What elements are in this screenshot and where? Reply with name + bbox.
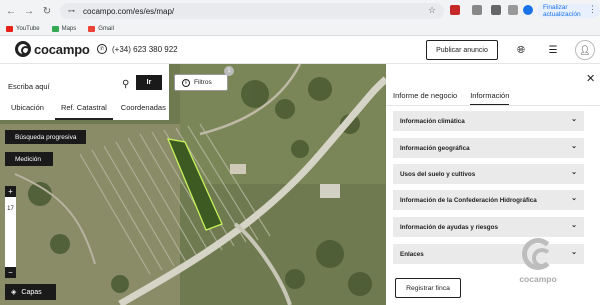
info-panel-tabs: Informe de negocio Información: [393, 91, 522, 106]
layers-label: Capas: [21, 288, 42, 296]
bookmarks-bar: YouTube Maps Gmail: [0, 22, 120, 36]
tab-ref-catastral[interactable]: Ref. Catastral: [54, 100, 113, 120]
extensions-puzzle-icon[interactable]: [491, 5, 501, 15]
section-label: Información geográfica: [400, 144, 470, 152]
cocampo-logo-icon: [522, 238, 554, 270]
section-informacion-climatica[interactable]: Información climática ⌄: [393, 111, 584, 131]
extension-icon[interactable]: [472, 5, 482, 15]
zoom-out-button[interactable]: −: [5, 267, 16, 278]
section-ayudas-y-riesgos[interactable]: Información de ayudas y riesgos ⌄: [393, 217, 584, 237]
filters-label: Filtros: [194, 79, 212, 86]
address-bar[interactable]: ⊶ cocampo.com/es/es/map/: [60, 3, 444, 19]
browser-chrome: ← → ↻ ⊶ cocampo.com/es/es/map/ ☆ Finaliz…: [0, 0, 600, 36]
info-panel: ✕ Informe de negocio Información Informa…: [386, 64, 600, 305]
site-info-icon[interactable]: ⊶: [68, 7, 75, 15]
layers-icon: ◈: [11, 289, 17, 296]
zoom-level: 17: [7, 206, 14, 212]
tab-informacion[interactable]: Información: [470, 91, 510, 106]
back-icon[interactable]: ←: [4, 4, 18, 18]
section-label: Información de ayudas y riesgos: [400, 223, 498, 231]
url-text: cocampo.com/es/es/map/: [83, 6, 175, 16]
section-confederacion-hidrografica[interactable]: Información de la Confederación Hidrográ…: [393, 190, 584, 210]
menu-icon[interactable]: ☰: [546, 43, 560, 57]
section-label: Usos del suelo y cultivos: [400, 170, 476, 178]
chevron-down-icon: ⌄: [571, 222, 577, 229]
phone-contact[interactable]: ✆ (+34) 623 380 922: [97, 44, 178, 54]
cocampo-watermark: cocampo: [514, 238, 562, 290]
zoom-control: + 17 −: [5, 186, 16, 278]
forward-icon[interactable]: →: [22, 4, 36, 18]
progressive-search-button[interactable]: Búsqueda progresiva: [5, 130, 86, 144]
zoom-in-button[interactable]: +: [5, 186, 16, 197]
reload-icon[interactable]: ↻: [40, 4, 54, 18]
whatsapp-icon: ✆: [97, 44, 107, 54]
filters-button[interactable]: i Filtros: [174, 74, 228, 91]
filters-count-badge: 1: [224, 66, 234, 76]
section-usos-del-suelo[interactable]: Usos del suelo y cultivos ⌄: [393, 164, 584, 184]
maps-icon: [51, 26, 59, 32]
info-icon: i: [182, 78, 190, 87]
register-parcel-button[interactable]: Registrar finca: [395, 278, 461, 298]
section-label: Enlaces: [400, 250, 424, 258]
search-tabs: Ubicación Ref. Catastral Coordenadas: [0, 100, 169, 120]
globe-icon[interactable]: 🌐︎: [514, 43, 528, 57]
section-label: Información de la Confederación Hidrográ…: [400, 196, 537, 204]
bookmark-star-icon[interactable]: ☆: [428, 5, 436, 16]
watermark-text: cocampo: [519, 274, 557, 284]
gmail-icon: [88, 26, 96, 32]
cocampo-logo-icon: [15, 41, 31, 57]
bookmark-youtube[interactable]: YouTube: [6, 26, 40, 32]
bookmark-maps[interactable]: Maps: [51, 26, 76, 32]
site-header: cocampo ✆ (+34) 623 380 922 Publicar anu…: [0, 36, 600, 64]
phone-number: (+34) 623 380 922: [112, 44, 178, 54]
go-button[interactable]: Ir: [136, 75, 162, 90]
bookmark-gmail[interactable]: Gmail: [88, 26, 114, 32]
section-informacion-geografica[interactable]: Información geográfica ⌄: [393, 138, 584, 158]
search-panel: Escriba aquí ⚲ Ir Ubicación Ref. Catastr…: [0, 64, 169, 120]
publish-listing-button[interactable]: Publicar anuncio: [426, 40, 498, 60]
tab-coordenadas[interactable]: Coordenadas: [121, 100, 166, 120]
chevron-down-icon: ⌄: [571, 143, 577, 150]
sidebar-icon[interactable]: [508, 5, 518, 15]
youtube-icon: [6, 26, 13, 32]
close-icon[interactable]: ✕: [586, 72, 595, 85]
tab-ubicacion[interactable]: Ubicación: [11, 100, 44, 120]
section-label: Información climática: [400, 117, 465, 125]
search-input[interactable]: Escriba aquí: [8, 82, 50, 91]
tab-informe-de-negocio[interactable]: Informe de negocio: [393, 91, 457, 106]
measure-button[interactable]: Medición: [5, 152, 53, 166]
user-account-icon[interactable]: 👤︎: [575, 40, 595, 60]
extension-icon[interactable]: [450, 5, 460, 15]
chevron-down-icon: ⌄: [571, 169, 577, 176]
logo[interactable]: cocampo: [15, 41, 90, 57]
tabs-divider: [386, 105, 600, 106]
browser-nav-row: ← → ↻ ⊶ cocampo.com/es/es/map/ ☆ Finaliz…: [0, 0, 600, 22]
profile-icon[interactable]: [523, 5, 533, 15]
browser-menu-icon[interactable]: ⋮: [588, 4, 597, 15]
chevron-down-icon: ⌄: [571, 116, 577, 123]
logo-text: cocampo: [34, 41, 90, 57]
search-icon[interactable]: ⚲: [122, 79, 129, 90]
chevron-down-icon: ⌄: [571, 249, 577, 256]
chevron-down-icon: ⌄: [571, 195, 577, 202]
layers-button[interactable]: ◈ Capas: [5, 284, 56, 300]
